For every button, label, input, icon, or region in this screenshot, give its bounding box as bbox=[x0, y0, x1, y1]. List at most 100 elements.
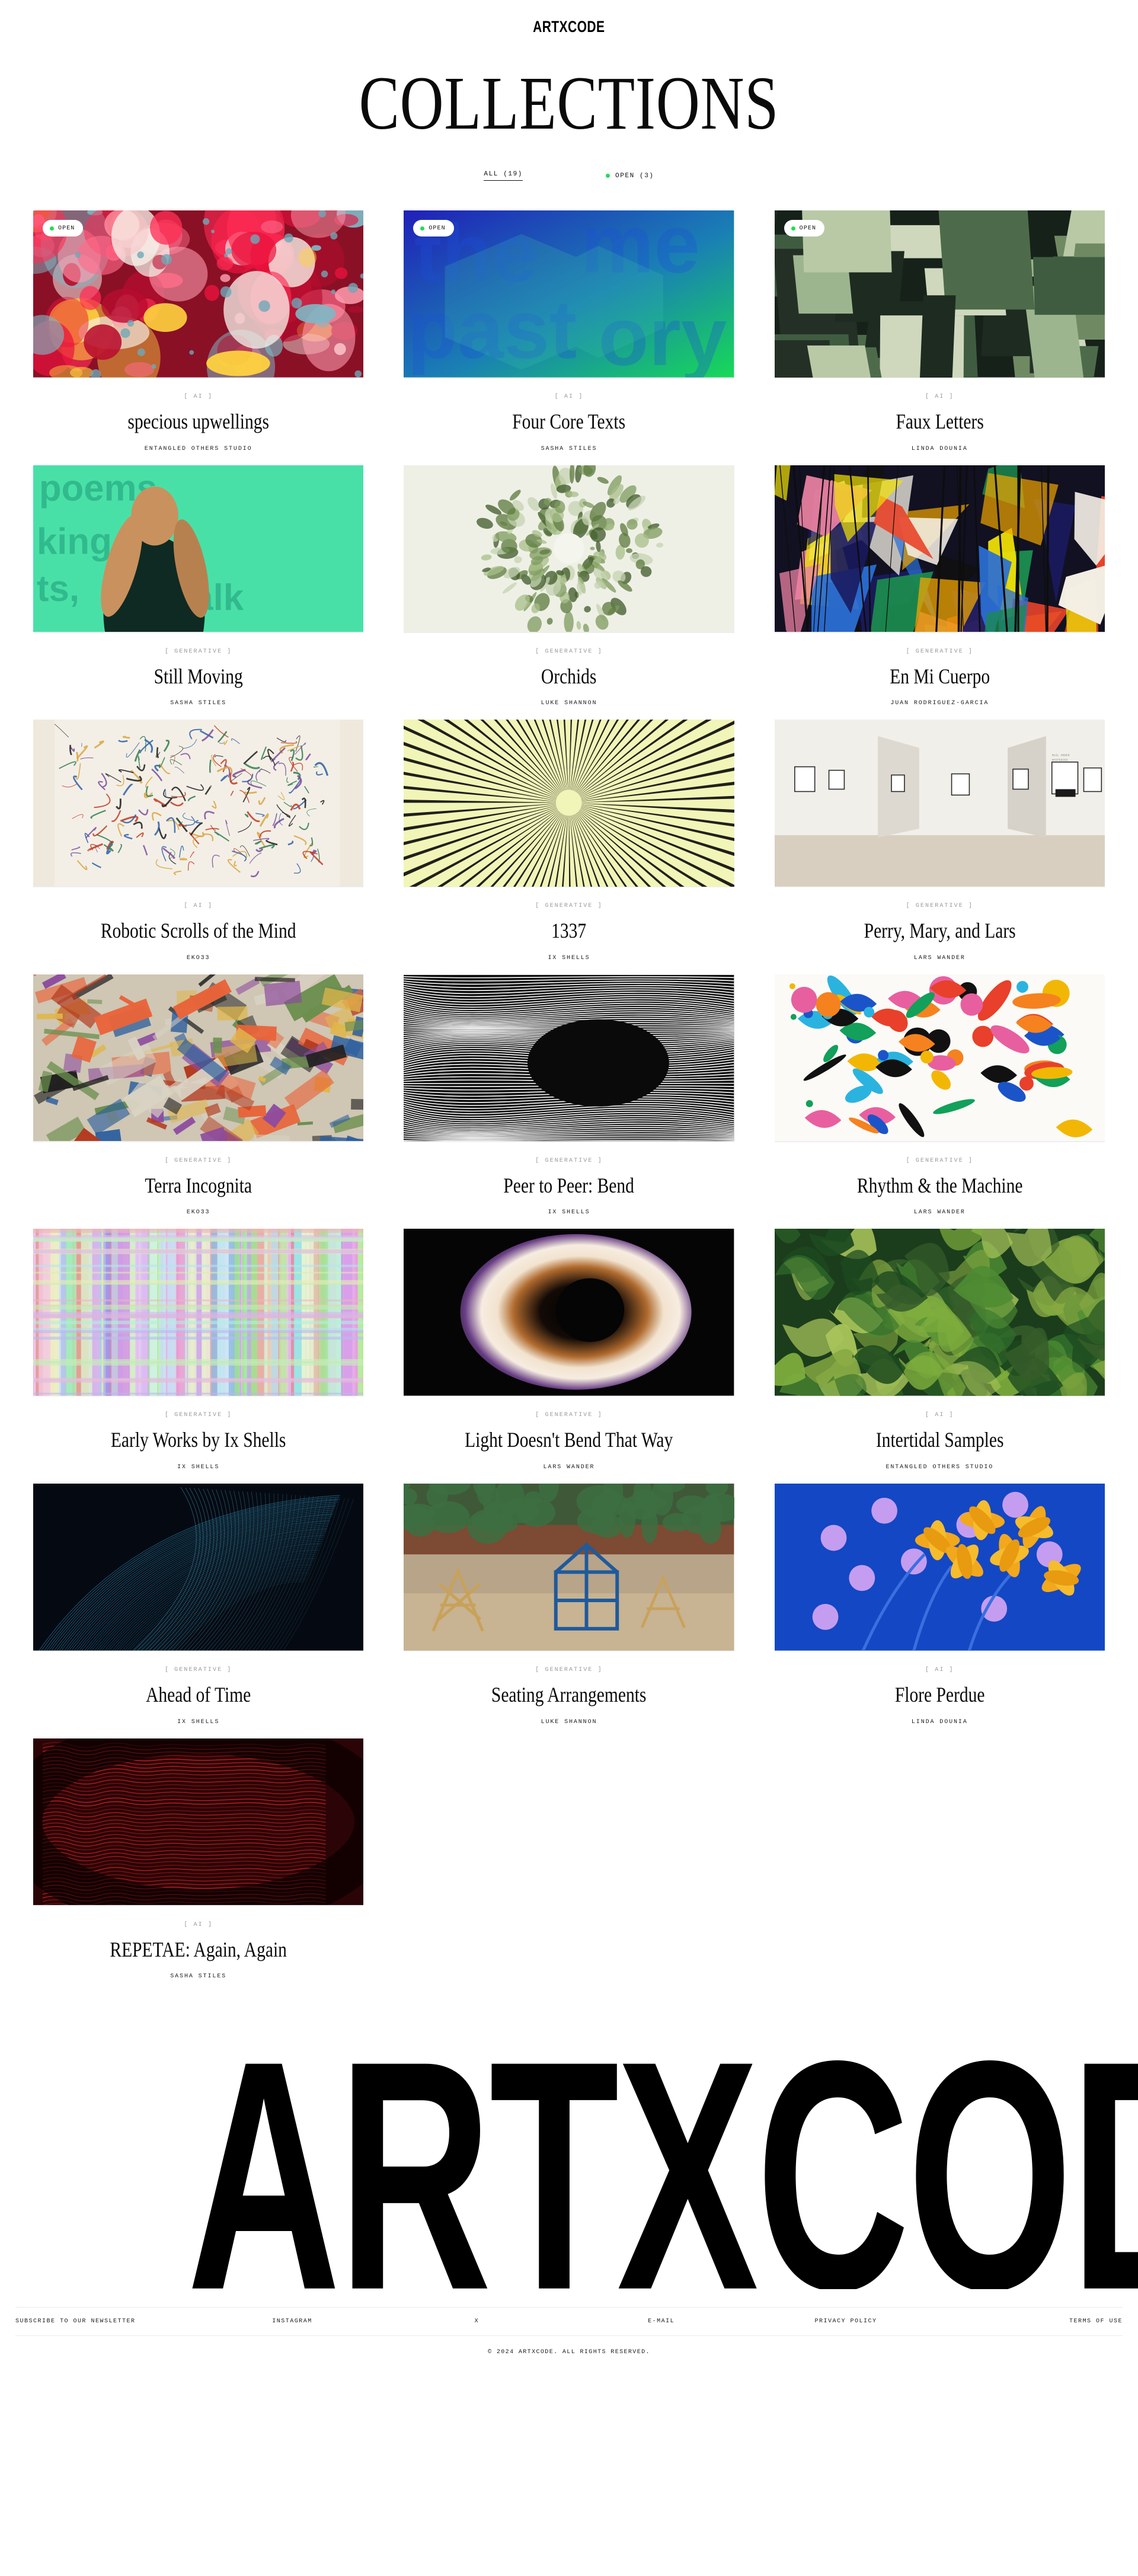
collection-title: Ahead of Time bbox=[146, 1682, 251, 1706]
collection-caption: [ GENERATIVE ] Terra Incognita EKO33 bbox=[33, 1142, 363, 1216]
filter-label: OPEN (3) bbox=[615, 172, 654, 180]
collection-thumbnail[interactable]: MAIL ORDER MYSTERIES bbox=[774, 720, 1105, 888]
collection-title: Four Core Texts bbox=[512, 410, 626, 433]
collection-caption: [ GENERATIVE ] Peer to Peer: Bend IX SHELL… bbox=[404, 1142, 734, 1216]
collection-card[interactable]: [ GENERATIVE ] Peer to Peer: Bend IX SHELL… bbox=[404, 974, 734, 1216]
svg-text:MAIL ORDER: MAIL ORDER bbox=[1051, 754, 1069, 758]
collection-category: [ GENERATIVE ] bbox=[164, 648, 232, 655]
collection-artist: LINDA DOUNIA bbox=[911, 1718, 968, 1725]
collection-caption: [ GENERATIVE ] Early Works by Ix Shells IX… bbox=[33, 1396, 363, 1471]
filter-open[interactable]: OPEN (3) bbox=[606, 172, 654, 182]
footer-link-x[interactable]: X bbox=[385, 2318, 569, 2325]
collection-card[interactable]: [ AI ] REPETAE: Again, Again SASHA STILES bbox=[33, 1738, 364, 1980]
collection-artist: SASHA STILES bbox=[170, 700, 227, 707]
collection-artist: LUKE SHANNON bbox=[541, 700, 597, 707]
open-status-badge: OPEN bbox=[43, 220, 84, 236]
collection-caption: [ GENERATIVE ] Light Doesn't Bend That Wa… bbox=[404, 1396, 734, 1471]
collection-thumbnail[interactable] bbox=[404, 974, 734, 1142]
collection-artist: EKO33 bbox=[186, 954, 210, 961]
collection-title: En Mi Cuerpo bbox=[889, 664, 990, 688]
collection-card[interactable]: OPEN [ AI ] specious upwellings ENTANGLED O… bbox=[33, 210, 364, 452]
collection-thumbnail[interactable]: OPEN bbox=[774, 210, 1105, 378]
open-badge-label: OPEN bbox=[58, 225, 75, 232]
collection-thumbnail[interactable] bbox=[33, 1229, 364, 1397]
collection-thumbnail[interactable] bbox=[774, 974, 1105, 1142]
collection-caption: [ GENERATIVE ] Still Moving SASHA STILES bbox=[33, 633, 363, 707]
collection-thumbnail[interactable]: poems king ts, talk bbox=[33, 465, 364, 633]
footer-link-subscribe-to-our-newsletter[interactable]: SUBSCRIBE TO OUR NEWSLETTER bbox=[15, 2318, 200, 2325]
collection-thumbnail[interactable]: OPEN bbox=[33, 210, 364, 378]
collection-title: Early Works by Ix Shells bbox=[110, 1428, 286, 1452]
site-footer: SUBSCRIBE TO OUR NEWSLETTER INSTAGRAM X E-M… bbox=[0, 2306, 1138, 2366]
collection-artist: SASHA STILES bbox=[541, 445, 597, 452]
collection-artist: JUAN RODRIGUEZ-GARCIA bbox=[890, 700, 989, 707]
collection-thumbnail[interactable] bbox=[774, 465, 1105, 633]
collection-category: [ GENERATIVE ] bbox=[164, 1157, 232, 1164]
collection-title: Rhythm & the Machine bbox=[856, 1173, 1023, 1197]
collection-category: [ GENERATIVE ] bbox=[535, 648, 603, 655]
collection-thumbnail[interactable] bbox=[404, 1483, 734, 1651]
footer-link-privacy-policy[interactable]: PRIVACY POLICY bbox=[753, 2318, 938, 2325]
collection-caption: [ AI ] specious upwellings ENTANGLED OTHER… bbox=[33, 378, 363, 452]
collection-thumbnail[interactable] bbox=[33, 1738, 364, 1906]
collection-thumbnail[interactable] bbox=[33, 974, 364, 1142]
collection-caption: [ GENERATIVE ] En Mi Cuerpo JUAN RODRIGUEZ… bbox=[775, 633, 1105, 707]
collection-card[interactable]: [ GENERATIVE ] Light Doesn't Bend That Wa… bbox=[404, 1229, 734, 1471]
collection-thumbnail[interactable] bbox=[774, 1483, 1105, 1651]
collection-card[interactable]: [ AI ] Intertidal Samples ENTANGLED OTHERS… bbox=[774, 1229, 1105, 1471]
collection-artist: SASHA STILES bbox=[170, 1973, 227, 1980]
collection-artist: IX SHELLS bbox=[177, 1718, 220, 1725]
collection-card[interactable]: poems king ts, talk[ GENERATIVE ] Still Mov… bbox=[33, 465, 364, 707]
filter-label: ALL (19) bbox=[484, 171, 523, 181]
footer-link-e-mail[interactable]: E-MAIL bbox=[569, 2318, 753, 2325]
collection-thumbnail[interactable]: theme pastoryOPEN bbox=[404, 210, 734, 378]
collection-artist: ENTANGLED OTHERS STUDIO bbox=[886, 1463, 994, 1471]
svg-text:MYSTERIES: MYSTERIES bbox=[1051, 759, 1067, 762]
collection-caption: [ GENERATIVE ] 1337 IX SHELLS bbox=[404, 887, 734, 961]
collection-thumbnail[interactable] bbox=[404, 465, 734, 633]
collection-card[interactable]: [ AI ] Robotic Scrolls of the Mind EKO33 bbox=[33, 720, 364, 961]
collection-caption: [ AI ] Four Core Texts SASHA STILES bbox=[404, 378, 734, 452]
collection-caption: [ AI ] Faux Letters LINDA DOUNIA bbox=[775, 378, 1105, 452]
collection-title: 1337 bbox=[551, 919, 587, 943]
collection-title: Intertidal Samples bbox=[875, 1428, 1004, 1452]
site-logo[interactable]: ARTXCODE bbox=[533, 18, 605, 36]
collection-card[interactable]: theme pastoryOPEN [ AI ] Four Core Texts SA… bbox=[404, 210, 734, 452]
collection-card[interactable]: [ GENERATIVE ] Orchids LUKE SHANNON bbox=[404, 465, 734, 707]
collection-thumbnail[interactable] bbox=[774, 1229, 1105, 1397]
collection-category: [ AI ] bbox=[925, 1412, 954, 1419]
open-badge-label: OPEN bbox=[429, 225, 446, 232]
collection-artist: LINDA DOUNIA bbox=[911, 445, 968, 452]
collection-caption: [ AI ] Robotic Scrolls of the Mind EKO33 bbox=[33, 887, 363, 961]
filter-all[interactable]: ALL (19) bbox=[484, 171, 523, 183]
collection-card[interactable]: [ GENERATIVE ] Terra Incognita EKO33 bbox=[33, 974, 364, 1216]
collection-card[interactable]: [ GENERATIVE ] En Mi Cuerpo JUAN RODRIGUEZ… bbox=[774, 465, 1105, 707]
collection-thumbnail[interactable] bbox=[404, 1229, 734, 1397]
status-dot-icon bbox=[606, 174, 610, 178]
collection-card[interactable]: [ GENERATIVE ] Ahead of Time IX SHELLS bbox=[33, 1483, 364, 1725]
collection-category: [ GENERATIVE ] bbox=[906, 903, 974, 910]
collection-card[interactable]: [ AI ] Flore Perdue LINDA DOUNIA bbox=[774, 1483, 1105, 1725]
collection-category: [ GENERATIVE ] bbox=[164, 1412, 232, 1419]
collection-thumbnail[interactable] bbox=[33, 1483, 364, 1651]
collection-category: [ AI ] bbox=[184, 903, 213, 910]
collection-card[interactable]: MAIL ORDER MYSTERIES [ GENERATIVE ] Perry, … bbox=[774, 720, 1105, 961]
collection-card[interactable]: OPEN [ AI ] Faux Letters LINDA DOUNIA bbox=[774, 210, 1105, 452]
collection-card[interactable]: [ GENERATIVE ] Early Works by Ix Shells IX… bbox=[33, 1229, 364, 1471]
collection-thumbnail[interactable] bbox=[404, 720, 734, 888]
collection-artist: LARS WANDER bbox=[543, 1463, 595, 1471]
collection-title: specious upwellings bbox=[127, 410, 269, 433]
collection-thumbnail[interactable] bbox=[33, 720, 364, 888]
footer-link-terms-of-use[interactable]: TERMS OF USE bbox=[938, 2318, 1123, 2325]
svg-text:king: king bbox=[37, 521, 112, 562]
collection-artist: LARS WANDER bbox=[913, 1209, 966, 1216]
footer-wordmark-section: ARTXCODE bbox=[0, 2048, 1138, 2289]
collection-title: Orchids bbox=[541, 664, 597, 688]
page-title: COLLECTIONS bbox=[359, 61, 779, 145]
collection-title: Peer to Peer: Bend bbox=[503, 1173, 635, 1197]
status-dot-icon bbox=[420, 226, 425, 231]
footer-link-instagram[interactable]: INSTAGRAM bbox=[200, 2318, 384, 2325]
collection-card[interactable]: [ GENERATIVE ] 1337 IX SHELLS bbox=[404, 720, 734, 961]
collection-card[interactable]: [ GENERATIVE ] Rhythm & the Machine LARS W… bbox=[774, 974, 1105, 1216]
collection-card[interactable]: [ GENERATIVE ] Seating Arrangements LUKE S… bbox=[404, 1483, 734, 1725]
